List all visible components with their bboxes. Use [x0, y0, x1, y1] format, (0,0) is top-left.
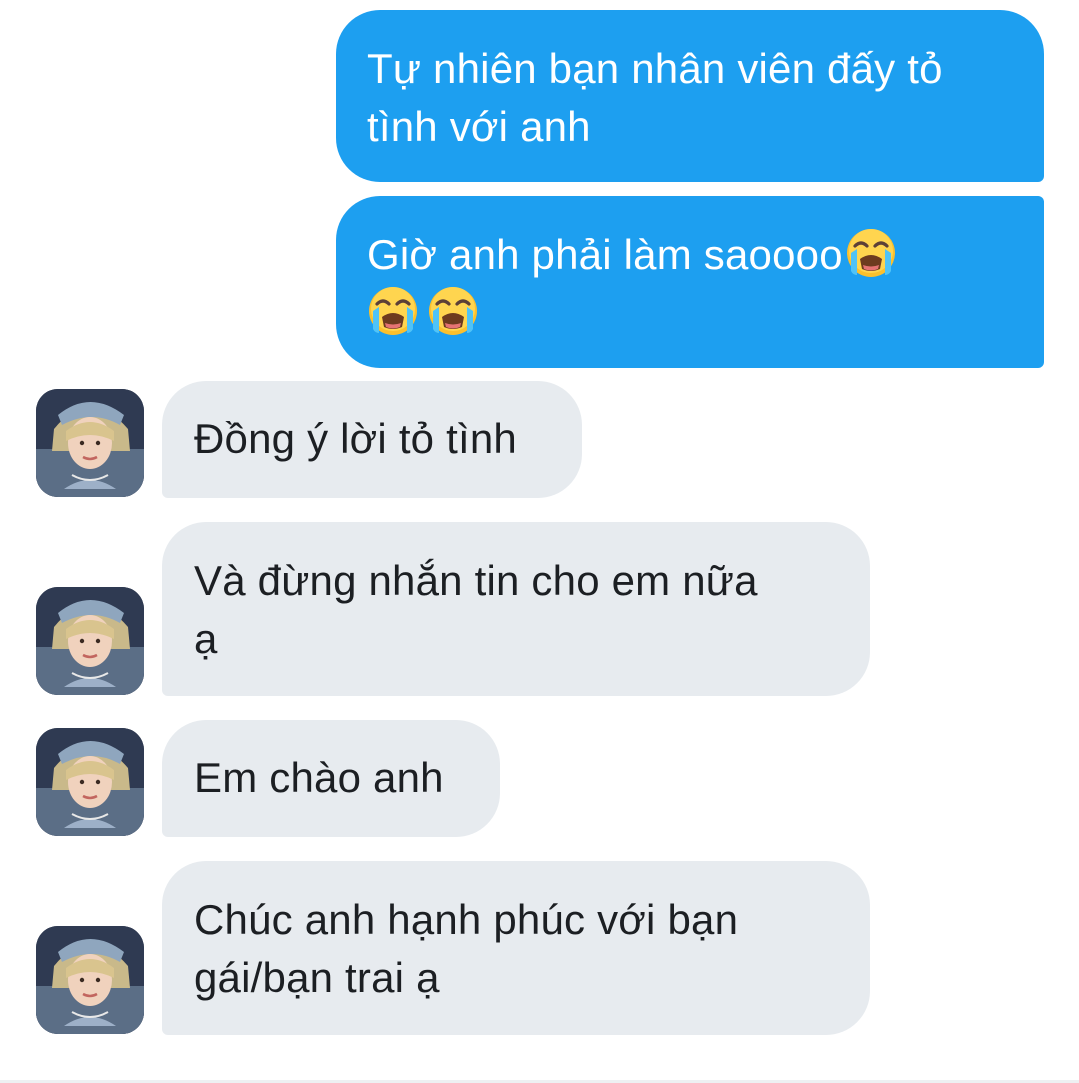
- contact-avatar[interactable]: [36, 728, 144, 836]
- incoming-message-bubble[interactable]: Em chào anh: [162, 720, 500, 837]
- message-text: Và đừng nhắn tin cho em nữa ạ: [194, 557, 758, 662]
- contact-avatar[interactable]: [36, 587, 144, 695]
- message-text: Em chào anh: [194, 754, 444, 801]
- message-text: Đồng ý lời tỏ tình: [194, 415, 517, 462]
- message-text: Tự nhiên bạn nhân viên đấy tỏ tình với a…: [367, 45, 943, 150]
- incoming-message-bubble[interactable]: Đồng ý lời tỏ tình: [162, 381, 582, 498]
- avatar-photo-icon: [36, 587, 144, 695]
- avatar-photo-icon: [36, 926, 144, 1034]
- message-thread[interactable]: Tự nhiên bạn nhân viên đấy tỏ tình với a…: [0, 0, 1079, 1083]
- contact-avatar[interactable]: [36, 926, 144, 1034]
- message-text: Chúc anh hạnh phúc với bạn gái/bạn trai …: [194, 896, 739, 1001]
- outgoing-message-bubble[interactable]: Tự nhiên bạn nhân viên đấy tỏ tình với a…: [336, 10, 1044, 182]
- loudly-crying-face-emoji-icon: [367, 285, 419, 337]
- incoming-message-bubble[interactable]: Chúc anh hạnh phúc với bạn gái/bạn trai …: [162, 861, 870, 1035]
- incoming-message-bubble[interactable]: Và đừng nhắn tin cho em nữa ạ: [162, 522, 870, 696]
- avatar-photo-icon: [36, 728, 144, 836]
- loudly-crying-face-emoji-icon: [845, 227, 897, 279]
- message-text: Giờ anh phải làm saoooo: [367, 231, 843, 278]
- outgoing-message-bubble[interactable]: Giờ anh phải làm saoooo: [336, 196, 1044, 368]
- contact-avatar[interactable]: [36, 389, 144, 497]
- avatar-photo-icon: [36, 389, 144, 497]
- loudly-crying-face-emoji-icon: [427, 285, 479, 337]
